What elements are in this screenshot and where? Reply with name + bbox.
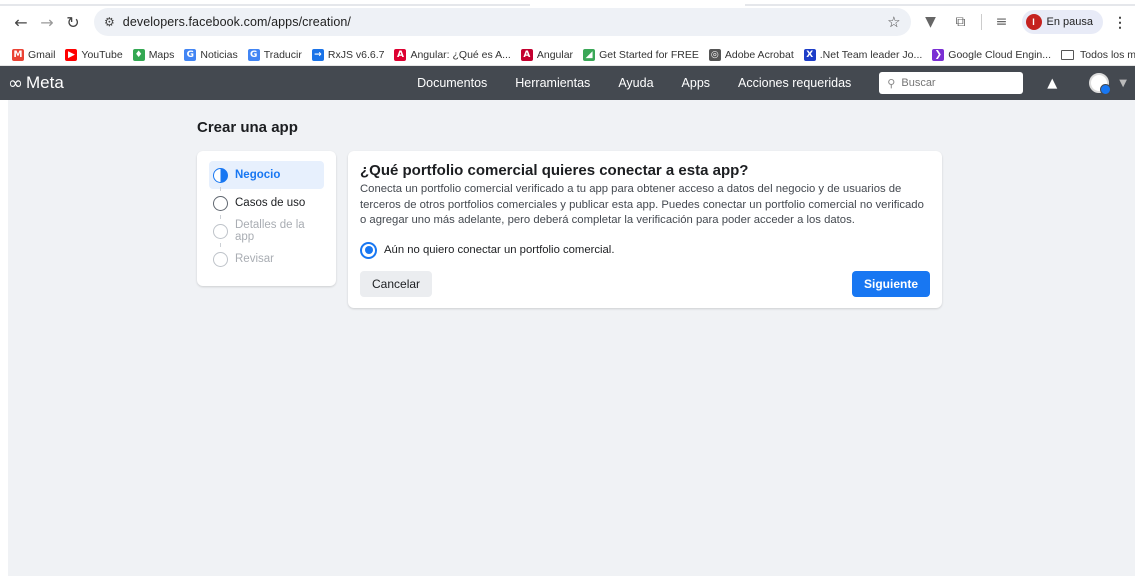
profile-avatar-icon: I: [1025, 14, 1042, 30]
no-portfolio-option[interactable]: Aún no quiero conectar un portfolio come…: [360, 241, 930, 259]
reading-list-icon[interactable]: ≡: [992, 14, 1012, 30]
steps-sidebar: Negocio Casos de uso Detalles de la app …: [197, 151, 336, 286]
business-portfolio-card: ¿Qué portfolio comercial quieres conecta…: [348, 151, 942, 308]
bookmark-label: Noticias: [200, 48, 238, 61]
nav-acciones-requeridas[interactable]: Acciones requeridas: [738, 76, 851, 90]
youtube-icon: ▶: [65, 48, 78, 61]
bookmark-label: Gmail: [28, 48, 56, 61]
search-box[interactable]: ⚲: [879, 72, 1024, 94]
meta-header: ∞ Meta Documentos Herramientas Ayuda App…: [0, 66, 1135, 100]
nav-herramientas[interactable]: Herramientas: [515, 76, 590, 90]
bookmark-label: Angular: [536, 48, 574, 61]
step-circle-icon: [213, 251, 228, 267]
news-icon: G: [184, 48, 197, 61]
cancel-button[interactable]: Cancelar: [360, 271, 433, 297]
bookmark-label: YouTube: [81, 48, 123, 61]
step-label: Casos de uso: [235, 197, 306, 209]
facebook-badge-icon: [1100, 84, 1112, 95]
browser-toolbar: ← → ↻ ⚙ developers.facebook.com/apps/cre…: [0, 0, 1135, 44]
step-negocio[interactable]: Negocio: [209, 161, 324, 191]
bookmark-item[interactable]: X .Net Team leader Jo...: [803, 48, 923, 61]
user-avatar[interactable]: [1089, 73, 1112, 95]
bookmark-item[interactable]: ▶ YouTube: [65, 48, 123, 61]
bookmark-item[interactable]: ♦ Maps: [132, 48, 175, 61]
profile-status: En pausa: [1046, 16, 1093, 28]
maps-icon: ♦: [132, 48, 145, 61]
search-input[interactable]: [901, 77, 1002, 89]
address-bar[interactable]: ⚙ developers.facebook.com/apps/creation/…: [94, 8, 911, 36]
page-content: Crear una app Negocio Casos de uso Detal…: [8, 100, 1135, 576]
bookmark-label: Get Started for FREE: [599, 48, 699, 61]
site-settings-icon[interactable]: ⚙: [104, 15, 115, 29]
menu-dots-icon[interactable]: ⋮: [1113, 14, 1127, 31]
step-circle-icon: [213, 223, 228, 239]
step-casos-de-uso[interactable]: Casos de uso: [209, 189, 324, 219]
search-icon: ⚲: [887, 76, 896, 90]
nav-apps[interactable]: Apps: [682, 76, 711, 90]
all-bookmarks-button[interactable]: Todos los marcadores: [1061, 49, 1135, 61]
chevron-down-icon[interactable]: ▼: [1119, 78, 1127, 89]
nav-documentos[interactable]: Documentos: [417, 76, 487, 90]
url-text: developers.facebook.com/apps/creation/: [122, 15, 352, 29]
reload-icon[interactable]: ↻: [60, 9, 86, 35]
meta-logo[interactable]: ∞ Meta: [8, 73, 64, 94]
step-label: Detalles de la app: [235, 219, 305, 243]
step-progress-icon: [213, 167, 228, 183]
angular-icon: A: [394, 48, 407, 61]
toolbar-divider: [980, 14, 982, 30]
bookmark-item[interactable]: ◢ Get Started for FREE: [583, 48, 699, 61]
back-icon[interactable]: ←: [8, 9, 34, 35]
profile-pause-button[interactable]: I En pausa: [1021, 10, 1103, 34]
bookmark-label: Adobe Acrobat: [724, 48, 794, 61]
bookmark-label: RxJS v6.6.7: [327, 48, 385, 61]
nav-ayuda[interactable]: Ayuda: [618, 76, 653, 90]
bookmark-label: .Net Team leader Jo...: [819, 48, 923, 61]
extensions-puzzle-icon[interactable]: ⧉: [951, 14, 971, 30]
rxjs-icon: →: [311, 48, 324, 61]
bookmark-item[interactable]: G Traducir: [247, 48, 302, 61]
bookmark-item[interactable]: A Angular: ¿Qué es A...: [394, 48, 511, 61]
bookmark-label: Traducir: [263, 48, 302, 61]
meta-nav: Documentos Herramientas Ayuda Apps Accio…: [403, 72, 1127, 95]
step-revisar: Revisar: [209, 245, 324, 273]
page-title: Crear una app: [197, 119, 298, 136]
globe-icon: ◎: [708, 48, 721, 61]
bookmark-label: Maps: [148, 48, 175, 61]
tab-strip: [0, 0, 1135, 6]
meta-infinity-icon: ∞: [8, 72, 23, 94]
bookmark-label: Angular: ¿Qué es A...: [410, 48, 511, 61]
radio-label: Aún no quiero conectar un portfolio come…: [384, 244, 615, 256]
angular-logo-icon: A: [520, 48, 533, 61]
next-button[interactable]: Siguiente: [851, 271, 930, 297]
bookmark-star-icon[interactable]: ☆: [887, 13, 900, 31]
notifications-bell-icon[interactable]: ▲: [1047, 76, 1061, 91]
translate-icon: G: [247, 48, 260, 61]
meta-logo-text: Meta: [26, 73, 64, 92]
getstarted-icon: ◢: [583, 48, 596, 61]
step-detalles-de-la-app: Detalles de la app: [209, 217, 324, 247]
bookmark-item[interactable]: ◎ Adobe Acrobat: [708, 48, 794, 61]
step-label: Negocio: [235, 169, 281, 181]
bookmark-item[interactable]: M Gmail: [12, 48, 56, 61]
bookmarks-bar: M Gmail ▶ YouTube ♦ Maps G Noticias G Traducir → Rx…: [0, 44, 1135, 66]
bookmark-item[interactable]: A Angular: [520, 48, 574, 61]
radio-selected-icon[interactable]: [360, 241, 377, 259]
bookmark-label: Google Cloud Engin...: [948, 48, 1052, 61]
folder-icon: [1061, 49, 1075, 60]
card-question: ¿Qué portfolio comercial quieres conecta…: [360, 162, 749, 179]
card-description: Conecta un portfolio comercial verificad…: [360, 183, 924, 226]
step-circle-icon: [213, 195, 228, 211]
bookmark-item[interactable]: → RxJS v6.6.7: [311, 48, 385, 61]
all-bookmarks-label: Todos los marcadores: [1080, 48, 1135, 61]
bookmark-item[interactable]: G Noticias: [184, 48, 238, 61]
extension-v-icon[interactable]: ▼: [921, 14, 941, 30]
bookmark-item[interactable]: ❯ Google Cloud Engin...: [932, 48, 1052, 61]
step-label: Revisar: [235, 253, 274, 265]
gmail-icon: M: [12, 48, 24, 61]
forward-icon[interactable]: →: [34, 9, 60, 35]
card-actions: Cancelar Siguiente: [360, 271, 930, 297]
x-icon: X: [803, 48, 816, 61]
chevron-icon: ❯: [932, 48, 945, 61]
